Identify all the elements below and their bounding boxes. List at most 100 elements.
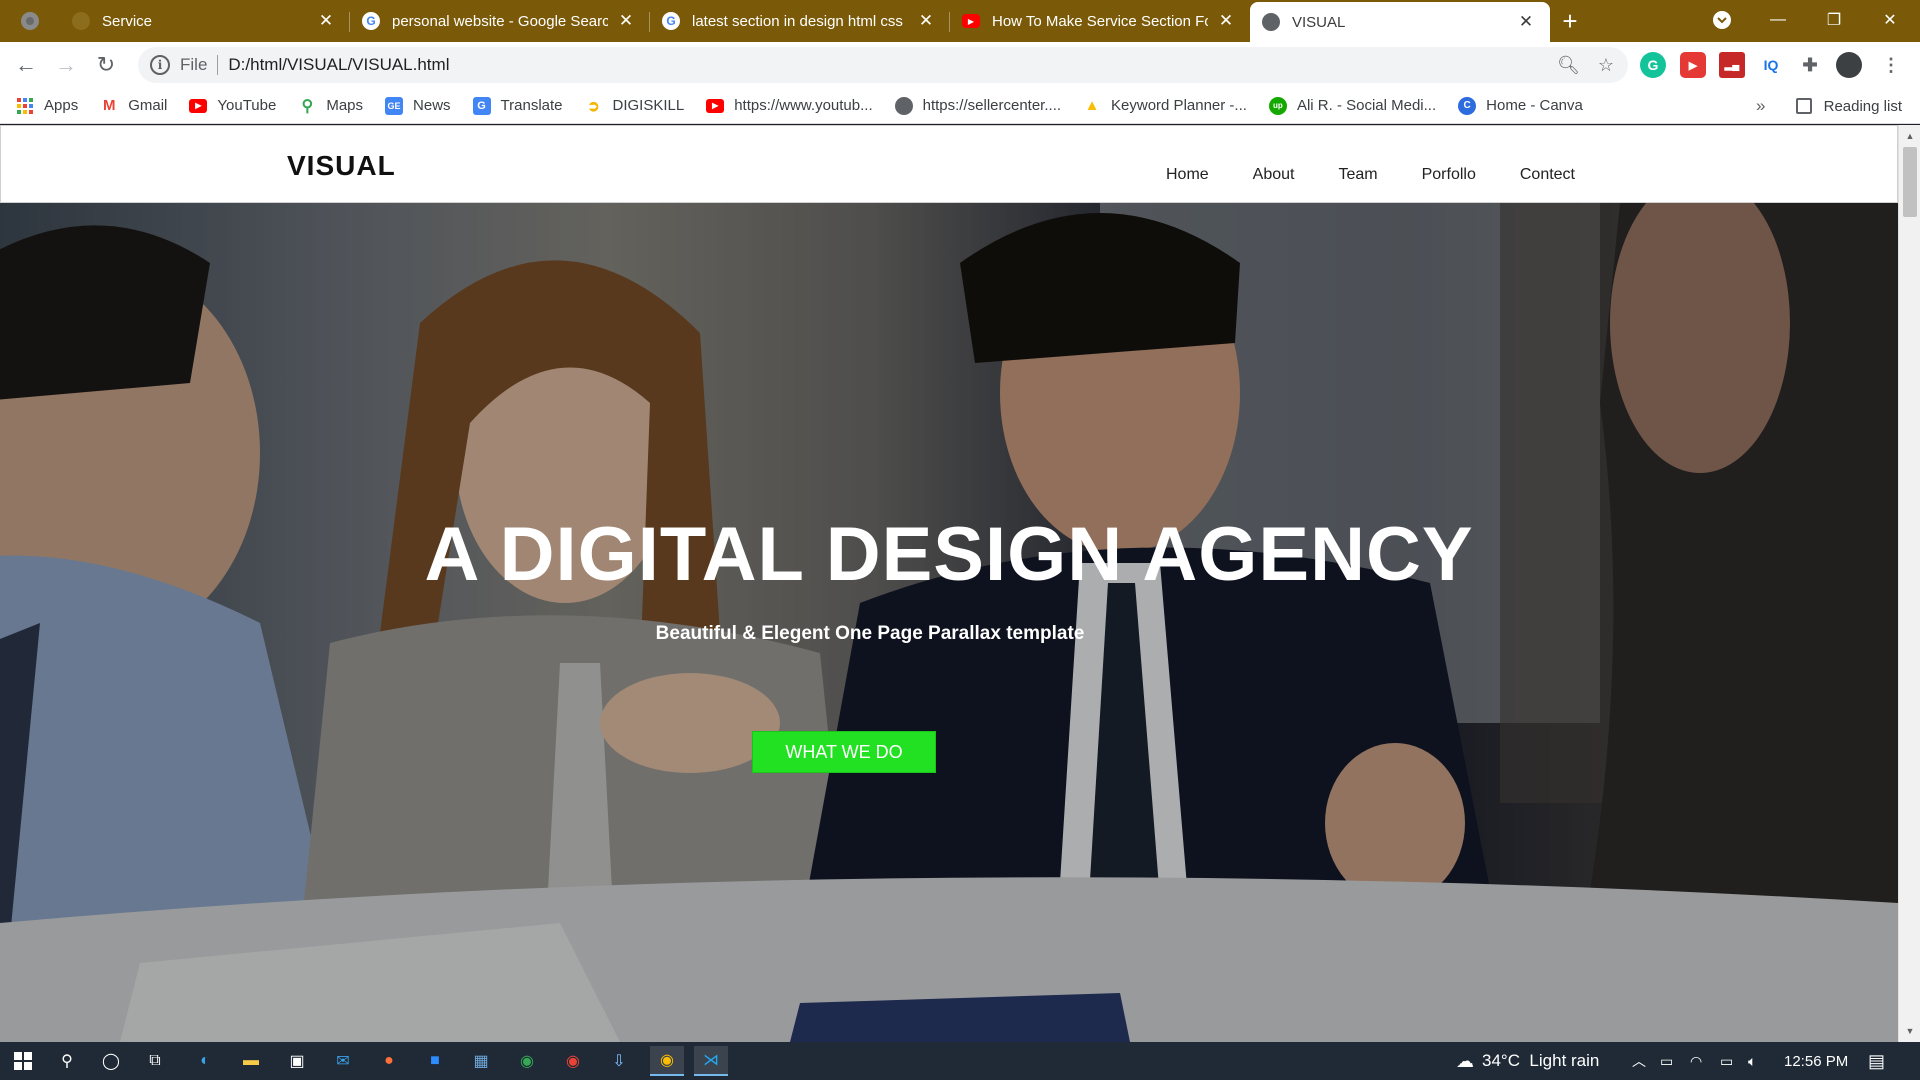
reload-button[interactable]: ↻ bbox=[86, 45, 126, 85]
bookmark-keyword-planner[interactable]: ▲ Keyword Planner -... bbox=[1083, 97, 1247, 115]
bookmark-label: Maps bbox=[326, 97, 364, 114]
menu-icon[interactable]: ⋮ bbox=[1878, 52, 1904, 78]
chrome-app-icon[interactable]: ◉ bbox=[510, 1046, 544, 1076]
bookmark-label: Keyword Planner -... bbox=[1111, 97, 1247, 114]
close-icon[interactable]: ✕ bbox=[616, 11, 636, 31]
scroll-thumb[interactable] bbox=[1903, 147, 1917, 217]
reading-list-button[interactable]: Reading list bbox=[1795, 88, 1902, 124]
tab-google-search[interactable]: G personal website - Google Search ✕ bbox=[350, 0, 650, 42]
forward-button[interactable]: → bbox=[46, 45, 86, 85]
file-explorer-icon[interactable]: ▬ bbox=[234, 1046, 268, 1076]
what-we-do-button[interactable]: WHAT WE DO bbox=[752, 731, 936, 773]
bookmark-youtube-link[interactable]: ▶ https://www.youtub... bbox=[706, 97, 873, 114]
close-icon[interactable]: ✕ bbox=[316, 11, 336, 31]
close-icon[interactable]: ✕ bbox=[1516, 12, 1536, 32]
tab-search-dropdown-icon[interactable] bbox=[1694, 0, 1750, 40]
bookmark-label: Gmail bbox=[128, 97, 168, 114]
bookmark-digiskill[interactable]: ➲ DIGISKILL bbox=[585, 97, 685, 115]
profile-avatar[interactable] bbox=[1836, 52, 1862, 78]
hero-title: A DIGITAL DESIGN AGENCY bbox=[424, 512, 1474, 597]
edge-icon[interactable]: ◐ bbox=[188, 1046, 222, 1076]
nav-link-team[interactable]: Team bbox=[1338, 166, 1377, 184]
tab-latest-section[interactable]: G latest section in design html css ✕ bbox=[650, 0, 950, 42]
firefox-icon[interactable]: ● bbox=[372, 1046, 406, 1076]
google-ads-icon: ▲ bbox=[1084, 97, 1100, 114]
bookmark-star-icon[interactable]: ☆ bbox=[1598, 55, 1614, 76]
downloader-icon[interactable]: ⇩ bbox=[602, 1046, 636, 1076]
back-button[interactable]: ← bbox=[6, 45, 46, 85]
zoom-app-icon[interactable]: ■ bbox=[418, 1046, 452, 1076]
page-scrollbar[interactable]: ▲ ▼ bbox=[1898, 125, 1920, 1042]
new-tab-button[interactable]: + bbox=[1550, 0, 1590, 42]
pocket-icon[interactable]: ▶ bbox=[1680, 52, 1706, 78]
nav-link-contact[interactable]: Contect bbox=[1520, 166, 1575, 184]
zoom-icon[interactable]: 🔍︎ bbox=[1557, 55, 1580, 76]
scroll-down-icon[interactable]: ▼ bbox=[1899, 1022, 1920, 1040]
bookmark-apps[interactable]: Apps bbox=[16, 97, 78, 115]
bookmark-label: DIGISKILL bbox=[612, 97, 685, 114]
bookmark-sellercenter[interactable]: https://sellercenter.... bbox=[894, 96, 1061, 115]
task-view-icon[interactable]: ⧉ bbox=[138, 1046, 172, 1076]
close-window-button[interactable]: ✕ bbox=[1862, 0, 1918, 40]
restore-button[interactable]: ❐ bbox=[1806, 0, 1862, 40]
cortana-icon[interactable]: ◯ bbox=[94, 1046, 128, 1076]
chart-extension-icon[interactable]: ▂▄ bbox=[1719, 52, 1745, 78]
bookmark-upwork[interactable]: up Ali R. - Social Medi... bbox=[1268, 96, 1437, 115]
google-icon: G bbox=[362, 12, 380, 30]
bookmark-maps[interactable]: ⚲ Maps bbox=[298, 97, 363, 115]
tab-label: personal website - Google Search bbox=[392, 12, 608, 30]
bookmark-canva[interactable]: C Home - Canva bbox=[1458, 96, 1583, 115]
vscode-icon[interactable]: ⋊ bbox=[694, 1046, 728, 1076]
chrome-active-icon[interactable]: ◉ bbox=[650, 1046, 684, 1076]
nav-link-portfolio[interactable]: Porfollo bbox=[1422, 166, 1476, 184]
extensions-icon[interactable]: ✚ bbox=[1797, 52, 1823, 78]
close-icon[interactable]: ✕ bbox=[916, 11, 936, 31]
globe-icon bbox=[1262, 13, 1280, 31]
address-bar[interactable]: i File D:/html/VISUAL/VISUAL.html 🔍︎ ☆ bbox=[138, 47, 1628, 83]
calculator-icon[interactable]: ▦ bbox=[464, 1046, 498, 1076]
battery-icon[interactable]: ▭ bbox=[1720, 1042, 1733, 1080]
tab-label: How To Make Service Section For bbox=[992, 12, 1208, 30]
site-header: VISUAL Home About Team Porfollo Contect bbox=[0, 125, 1898, 203]
windows-start-icon[interactable] bbox=[6, 1046, 40, 1076]
search-icon[interactable]: ⚲ bbox=[50, 1046, 84, 1076]
close-icon[interactable]: ✕ bbox=[1216, 11, 1236, 31]
clock[interactable]: 12:56 PM bbox=[1784, 1042, 1848, 1080]
more-bookmarks-button[interactable]: » bbox=[1756, 88, 1765, 124]
minimize-button[interactable]: — bbox=[1750, 0, 1806, 40]
meet-now-icon[interactable]: ▭ bbox=[1660, 1042, 1673, 1080]
weather-widget[interactable]: ☁ 34°C Light rain bbox=[1456, 1042, 1599, 1080]
youtube-icon: ▶ bbox=[962, 14, 980, 28]
bookmark-label: Ali R. - Social Medi... bbox=[1296, 97, 1437, 114]
scroll-up-icon[interactable]: ▲ bbox=[1899, 127, 1920, 145]
bookmark-gmail[interactable]: M Gmail bbox=[100, 97, 167, 115]
notifications-icon[interactable]: ▤ bbox=[1868, 1042, 1885, 1080]
address-url[interactable]: D:/html/VISUAL/VISUAL.html bbox=[228, 55, 449, 75]
address-divider bbox=[217, 55, 219, 75]
tab-label: latest section in design html css bbox=[692, 12, 903, 30]
info-icon[interactable]: i bbox=[150, 55, 170, 75]
tab-service[interactable]: Service ✕ bbox=[60, 0, 350, 42]
bookmark-news[interactable]: GE News bbox=[385, 96, 451, 115]
digiskill-icon: ➲ bbox=[587, 97, 600, 115]
mail-icon[interactable]: ✉ bbox=[326, 1046, 360, 1076]
volume-icon[interactable]: 🔈︎ bbox=[1748, 1042, 1756, 1080]
bookmark-youtube[interactable]: ▶ YouTube bbox=[189, 97, 276, 114]
iq-extension-icon[interactable]: IQ bbox=[1758, 52, 1784, 78]
site-logo[interactable]: VISUAL bbox=[287, 150, 396, 182]
apps-grid-icon bbox=[16, 97, 34, 115]
show-hidden-icons[interactable]: ︿ bbox=[1632, 1042, 1646, 1080]
chrome-profile-icon[interactable]: ◉ bbox=[556, 1046, 590, 1076]
grammarly-icon[interactable]: G bbox=[1640, 52, 1666, 78]
bookmark-translate[interactable]: G Translate bbox=[472, 96, 563, 115]
windows-taskbar: ⚲ ◯ ⧉ ◐ ▬ ▣ ✉ ● ■ ▦ ◉ ◉ ⇩ ◉ ⋊ ☁ 34°C Lig… bbox=[0, 1042, 1920, 1080]
nav-link-about[interactable]: About bbox=[1253, 166, 1295, 184]
store-icon[interactable]: ▣ bbox=[280, 1046, 314, 1076]
tab-visual[interactable]: VISUAL ✕ bbox=[1250, 2, 1550, 42]
globe-icon bbox=[72, 12, 90, 30]
tab-service-section-video[interactable]: ▶ How To Make Service Section For ✕ bbox=[950, 0, 1250, 42]
tab-search-button[interactable] bbox=[0, 0, 60, 42]
nav-link-home[interactable]: Home bbox=[1166, 166, 1209, 184]
wifi-icon[interactable]: ◠ bbox=[1690, 1042, 1702, 1080]
reading-list-label: Reading list bbox=[1823, 97, 1902, 115]
